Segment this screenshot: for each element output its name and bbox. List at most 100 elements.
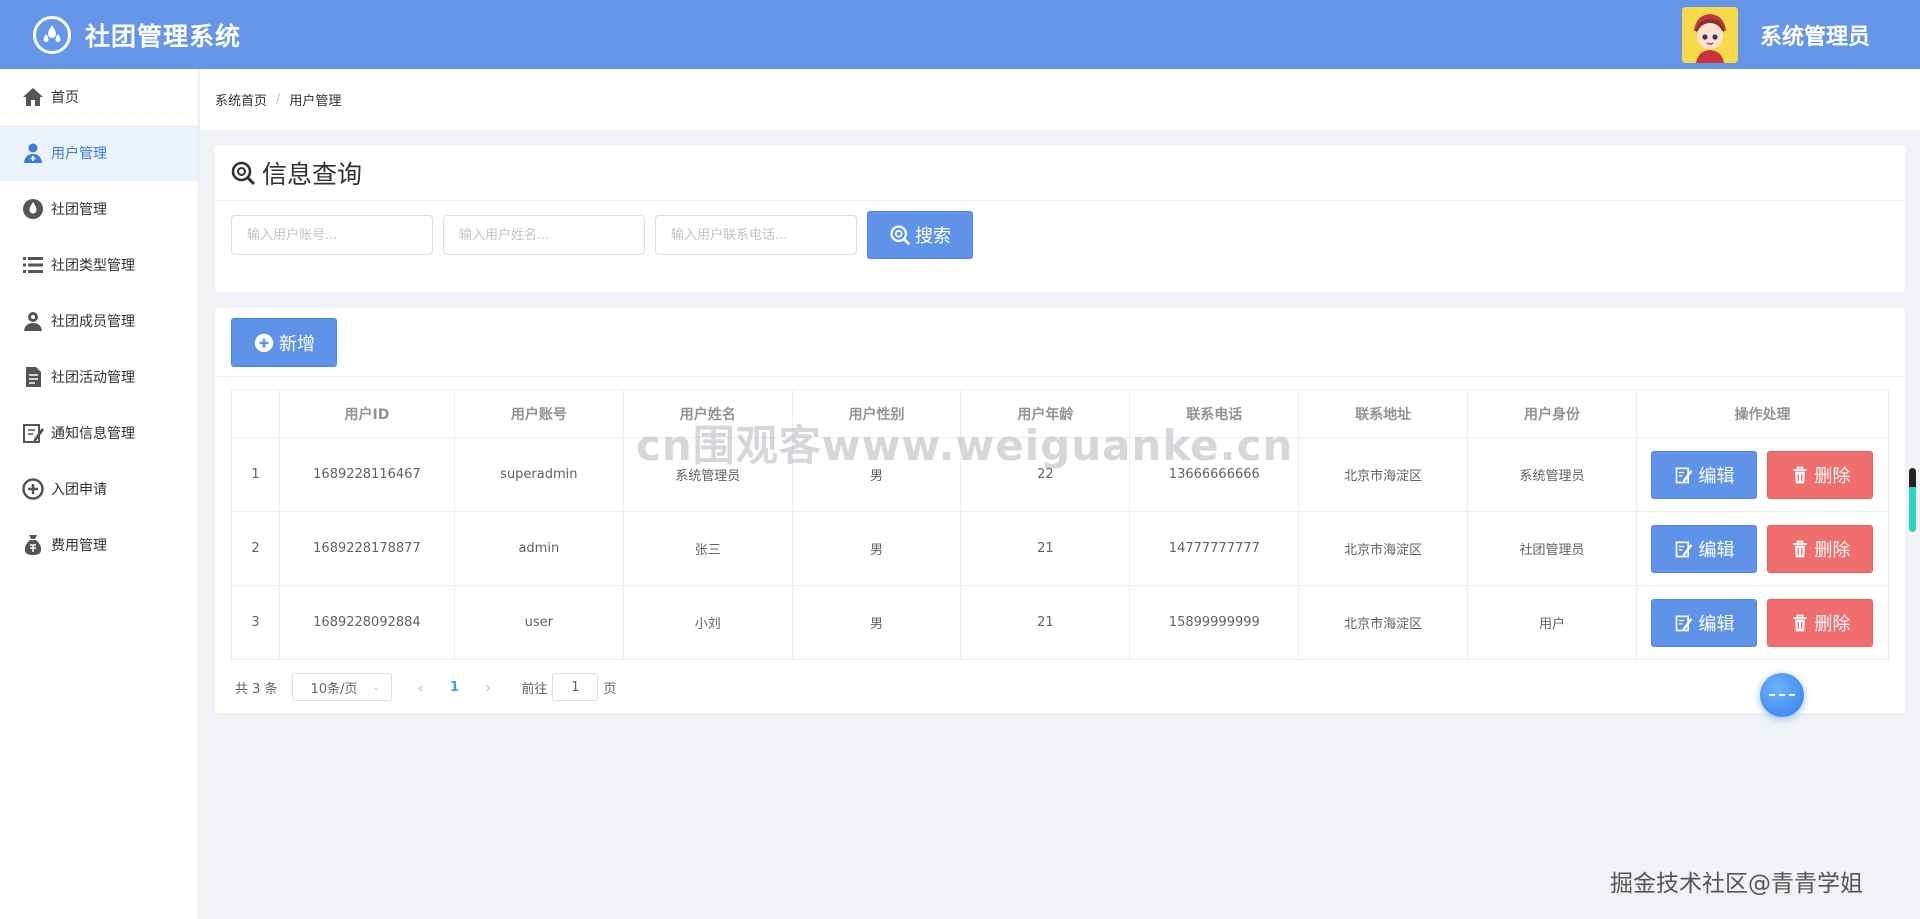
edit-icon <box>1676 541 1693 557</box>
cell-name: 系统管理员 <box>622 437 793 512</box>
sidebar-item-join-application[interactable]: 入团申请 <box>0 461 198 517</box>
sidebar-item-label: 社团成员管理 <box>51 314 135 330</box>
breadcrumb: 系统首页 / 用户管理 <box>200 69 1920 130</box>
drops-icon <box>33 15 71 54</box>
delete-button[interactable]: 删除 <box>1767 524 1874 573</box>
column-header: 用户年龄 <box>960 389 1131 438</box>
sidebar-item-user-management[interactable]: 用户管理 <box>0 125 198 181</box>
pagination: 共 3 条 10条/页 ⌄ ‹ 1 › 前往 页 <box>235 673 616 701</box>
search-panel-title: 信息查询 <box>215 146 1905 201</box>
document-icon <box>20 364 46 390</box>
page-size-select[interactable]: 10条/页 ⌄ <box>291 673 392 701</box>
chevron-down-icon: ⌄ <box>372 681 381 693</box>
cell-phone: 15899999999 <box>1129 585 1300 660</box>
drop-icon <box>20 196 46 222</box>
column-header: 联系地址 <box>1298 389 1469 438</box>
cell-address: 北京市海淀区 <box>1298 585 1469 660</box>
breadcrumb-separator: / <box>276 92 281 107</box>
table-row: 2 1689228178877 admin 张三 男 21 1477777777… <box>231 511 1890 586</box>
cell-gender: 男 <box>791 437 962 512</box>
sidebar-item-club-type-management[interactable]: 社团类型管理 <box>0 237 198 293</box>
column-header: 用户身份 <box>1467 389 1637 438</box>
page-number-current[interactable]: 1 <box>450 680 459 695</box>
avatar[interactable] <box>1681 6 1738 63</box>
cell-phone: 14777777777 <box>1129 511 1300 586</box>
edit-button[interactable]: 编辑 <box>1651 450 1758 499</box>
account-search-input[interactable] <box>231 215 433 255</box>
table-row: 1 1689228116467 superadmin 系统管理员 男 22 13… <box>231 437 1890 512</box>
goto-page-input[interactable] <box>552 673 599 701</box>
column-header: 用户性别 <box>791 389 962 438</box>
sidebar-item-label: 社团类型管理 <box>51 258 135 274</box>
edit-icon <box>1676 615 1693 631</box>
trash-icon <box>1793 540 1808 557</box>
column-header: 用户账号 <box>453 389 624 438</box>
sidebar-item-notice-management[interactable]: 通知信息管理 <box>0 405 198 461</box>
sidebar-item-label: 社团活动管理 <box>51 370 135 386</box>
home-icon <box>20 84 46 110</box>
sidebar-item-label: 社团管理 <box>51 202 107 218</box>
trash-icon <box>1793 466 1808 483</box>
prev-page-button[interactable]: ‹ <box>418 678 424 697</box>
next-page-button[interactable]: › <box>485 678 491 697</box>
cell-role: 用户 <box>1467 585 1637 660</box>
search-icon <box>890 225 911 246</box>
sidebar-item-label: 用户管理 <box>51 146 107 162</box>
cell-age: 21 <box>960 511 1131 586</box>
breadcrumb-current: 用户管理 <box>289 94 342 109</box>
sidebar-item-label: 入团申请 <box>51 482 107 498</box>
sidebar-item-label: 费用管理 <box>51 538 107 554</box>
phone-search-input[interactable] <box>655 215 857 255</box>
cell-role: 系统管理员 <box>1467 437 1637 512</box>
name-search-input[interactable] <box>443 215 645 255</box>
edit-note-icon <box>20 420 46 446</box>
search-button[interactable]: 搜索 <box>867 211 973 259</box>
sidebar-item-club-management[interactable]: 社团管理 <box>0 181 198 237</box>
sidebar-item-label: 首页 <box>51 90 79 106</box>
search-panel: 信息查询 搜索 <box>215 146 1905 292</box>
cell-index: 3 <box>231 585 280 660</box>
search-icon <box>231 161 256 186</box>
add-circle-icon <box>254 333 274 352</box>
column-header: 联系电话 <box>1129 389 1300 438</box>
cell-account: admin <box>453 511 624 586</box>
cell-role: 社团管理员 <box>1467 511 1637 586</box>
scroll-indicator[interactable] <box>1909 468 1916 532</box>
cell-name: 张三 <box>622 511 793 586</box>
sidebar-item-home[interactable]: 首页 <box>0 69 198 125</box>
add-circle-icon <box>20 476 46 502</box>
table-row: 3 1689228092884 user 小刘 男 21 15899999999… <box>231 585 1890 660</box>
delete-button[interactable]: 删除 <box>1767 598 1874 647</box>
cell-address: 北京市海淀区 <box>1298 511 1469 586</box>
sidebar-item-member-management[interactable]: 社团成员管理 <box>0 293 198 349</box>
list-icon <box>20 252 46 278</box>
cell-name: 小刘 <box>622 585 793 660</box>
sidebar-item-fee-management[interactable]: 费用管理 <box>0 517 198 573</box>
column-header: 操作处理 <box>1635 389 1890 438</box>
sidebar: 首页 用户管理 社团管理 社团类型管理 社团成员管理 社团活动管理 通知信息管理… <box>0 69 199 919</box>
cell-gender: 男 <box>791 511 962 586</box>
delete-button[interactable]: 删除 <box>1767 450 1874 499</box>
add-user-button[interactable]: 新增 <box>231 318 337 367</box>
floating-assistant-ball[interactable] <box>1760 673 1804 717</box>
table-header-row: 用户ID 用户账号 用户姓名 用户性别 用户年龄 联系电话 联系地址 用户身份 … <box>231 389 1890 438</box>
edit-icon <box>1676 467 1693 483</box>
edit-button[interactable]: 编辑 <box>1651 524 1758 573</box>
cell-index: 2 <box>231 511 280 586</box>
current-username[interactable]: 系统管理员 <box>1760 19 1870 51</box>
sidebar-item-activity-management[interactable]: 社团活动管理 <box>0 349 198 405</box>
user-table: 用户ID 用户账号 用户姓名 用户性别 用户年龄 联系电话 联系地址 用户身份 … <box>231 389 1890 660</box>
logo: 社团管理系统 <box>33 15 242 54</box>
edit-button[interactable]: 编辑 <box>1651 598 1758 647</box>
trash-icon <box>1793 614 1808 631</box>
cell-address: 北京市海淀区 <box>1298 437 1469 512</box>
cell-user-id: 1689228178877 <box>278 511 455 586</box>
corner-watermark: 掘金技术社区@青青学姐 <box>1610 871 1863 897</box>
cell-gender: 男 <box>791 585 962 660</box>
column-header: 用户姓名 <box>622 389 793 438</box>
user-icon <box>20 140 46 166</box>
breadcrumb-home-link[interactable]: 系统首页 <box>215 90 267 109</box>
money-bag-icon <box>20 532 46 558</box>
app-title: 社团管理系统 <box>85 21 242 51</box>
cell-user-id: 1689228116467 <box>278 437 455 512</box>
